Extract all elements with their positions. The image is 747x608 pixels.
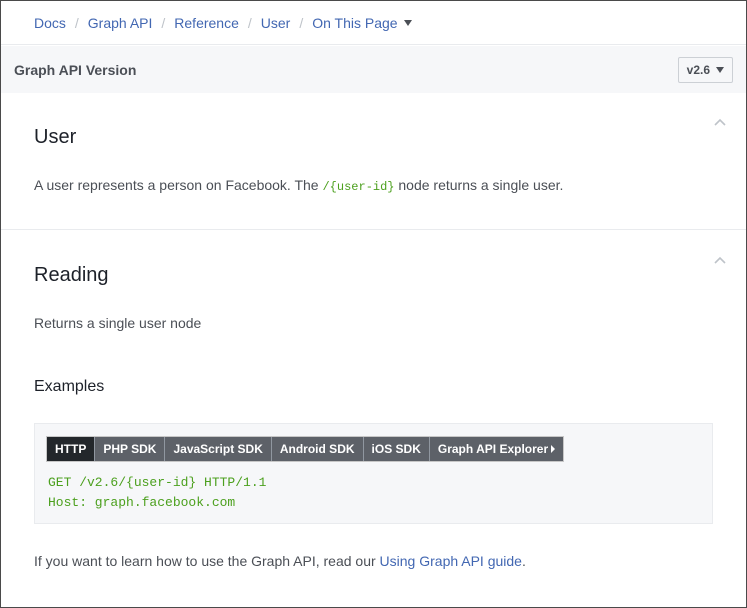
tab-label: Graph API Explorer [437,442,549,456]
collapse-reading-icon[interactable] [714,255,726,267]
version-bar-title: Graph API Version [14,61,137,78]
collapse-user-icon[interactable] [714,117,726,129]
section-title: User [34,126,77,148]
footer-text-before: If you want to learn how to use the Grap… [34,553,380,569]
version-select[interactable]: v2.6 [677,56,733,83]
tab-graph-api-explorer[interactable]: Graph API Explorer [428,437,564,461]
tab-http[interactable]: HTTP [47,437,95,461]
breadcrumb-docs[interactable]: Docs [34,15,66,31]
breadcrumb-separator: / [74,14,79,31]
breadcrumb-separator: / [299,14,304,31]
inline-code-user-id: /{user-id} [322,180,395,194]
chevron-down-icon [403,19,412,26]
footer-text: If you want to learn how to use the Grap… [34,553,526,569]
tab-android-sdk[interactable]: Android SDK [270,437,363,461]
code-block: GET /v2.6/{user-id} HTTP/1.1 Host: graph… [48,473,266,513]
breadcrumb-separator: / [247,14,252,31]
breadcrumb-graph-api[interactable]: Graph API [88,15,153,31]
section-title: Reading [34,264,109,286]
chevron-right-icon [551,445,556,453]
version-select-value: v2.6 [686,62,710,77]
description-text: node returns a single user. [394,177,564,193]
breadcrumb-reference[interactable]: Reference [174,15,239,31]
footer-text-after: . [521,553,526,569]
code-example-box: HTTP PHP SDK JavaScript SDK Android SDK … [34,423,713,524]
description-text: A user represents a person on Facebook. … [34,177,323,193]
code-line: Host: graph.facebook.com [48,495,236,510]
code-line: GET /v2.6/{user-id} HTTP/1.1 [48,475,267,490]
examples-title: Examples [34,378,105,395]
reading-description: Returns a single user node [34,315,202,331]
breadcrumb: Docs / Graph API / Reference / User / On… [1,1,746,45]
on-this-page-dropdown[interactable]: On This Page [312,14,412,31]
breadcrumb-user[interactable]: User [261,15,291,31]
breadcrumb-separator: / [161,14,166,31]
tab-ios-sdk[interactable]: iOS SDK [362,437,429,461]
using-graph-api-guide-link[interactable]: Using Graph API guide [380,553,522,569]
user-description: A user represents a person on Facebook. … [34,177,563,194]
user-section: User A user represents a person on Faceb… [1,93,746,230]
page-frame: Docs / Graph API / Reference / User / On… [0,0,747,608]
tab-php-sdk[interactable]: PHP SDK [94,437,165,461]
version-bar: Graph API Version v2.6 [1,46,746,93]
tab-javascript-sdk[interactable]: JavaScript SDK [164,437,271,461]
chevron-down-icon [716,66,724,73]
sdk-tabs: HTTP PHP SDK JavaScript SDK Android SDK … [46,436,565,462]
on-this-page-label: On This Page [312,14,398,31]
reading-section: Reading Returns a single user node Examp… [1,231,746,607]
